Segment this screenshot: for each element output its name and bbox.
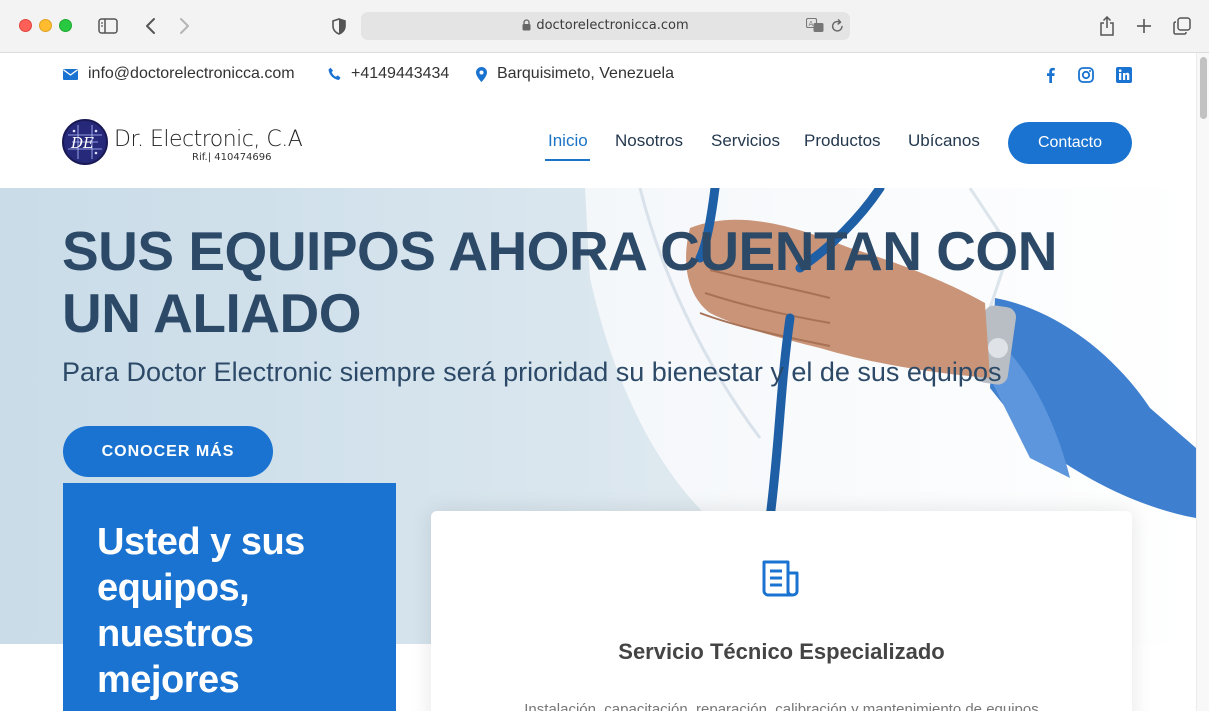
minimize-window-button[interactable] (39, 19, 52, 32)
contact-topbar: info@doctorelectronicca.com +4149443434 … (0, 53, 1196, 97)
linkedin-icon[interactable] (1116, 67, 1132, 83)
logo-company-name: Dr. Electronic, C.A (114, 127, 303, 152)
privacy-shield-icon[interactable] (329, 13, 349, 39)
sidebar-toggle-icon[interactable] (96, 13, 120, 39)
nav-nosotros[interactable]: Nosotros (615, 131, 683, 151)
nav-servicios[interactable]: Servicios (711, 131, 780, 151)
email-text: info@doctorelectronicca.com (88, 65, 295, 82)
new-tab-icon[interactable] (1134, 13, 1154, 39)
lock-icon (522, 19, 531, 31)
document-icon (762, 560, 799, 597)
scrollbar[interactable] (1196, 53, 1209, 711)
promo-text: Usted y sus equipos, nuestros mejores (97, 521, 305, 701)
contact-button[interactable]: Contacto (1008, 122, 1132, 164)
phone-link[interactable]: +4149443434 (328, 65, 449, 83)
location-link[interactable]: Barquisimeto, Venezuela (476, 65, 674, 83)
hero-subtitle: Para Doctor Electronic siempre será prio… (62, 357, 1002, 387)
service-card-text: Instalación, capacitación, reparación, c… (524, 701, 1039, 711)
zoom-window-button[interactable] (59, 19, 72, 32)
svg-text:A: A (809, 20, 814, 28)
nav-inicio[interactable]: Inicio (548, 131, 588, 151)
envelope-icon (63, 68, 78, 80)
active-nav-underline (545, 159, 590, 161)
site-header: DE Dr. Electronic, C.A Rif.| 410474696 I… (0, 97, 1196, 188)
phone-icon (328, 67, 341, 80)
web-page: info@doctorelectronicca.com +4149443434 … (0, 53, 1196, 711)
reload-icon[interactable] (831, 19, 844, 38)
promo-box: Usted y sus equipos, nuestros mejores (63, 483, 396, 711)
learn-more-button[interactable]: CONOCER MÁS (63, 426, 273, 477)
tab-overview-icon[interactable] (1171, 13, 1193, 39)
email-link[interactable]: info@doctorelectronicca.com (63, 65, 295, 83)
location-text: Barquisimeto, Venezuela (497, 65, 674, 82)
nav-ubicanos[interactable]: Ubícanos (908, 131, 980, 151)
address-bar[interactable]: doctorelectronicca.com A (361, 12, 850, 40)
nav-productos[interactable]: Productos (804, 131, 881, 151)
back-icon[interactable] (140, 13, 160, 39)
translate-icon[interactable]: A (805, 17, 824, 38)
map-pin-icon (476, 66, 487, 82)
svg-text:DE: DE (70, 134, 94, 152)
company-logo[interactable]: DE (62, 119, 108, 165)
instagram-icon[interactable] (1078, 67, 1094, 83)
service-card[interactable]: Servicio Técnico Especializado Instalaci… (431, 511, 1132, 711)
service-card-title: Servicio Técnico Especializado (618, 639, 945, 664)
share-icon[interactable] (1097, 13, 1117, 39)
close-window-button[interactable] (19, 19, 32, 32)
forward-icon[interactable] (175, 13, 195, 39)
phone-text: +4149443434 (351, 65, 450, 82)
browser-toolbar: doctorelectronicca.com A (0, 0, 1209, 53)
logo-rif-number: Rif.| 410474696 (192, 152, 272, 163)
hero-title: SUS EQUIPOS AHORA CUENTAN CON UN ALIADO (62, 220, 1057, 344)
url-text: doctorelectronicca.com (536, 18, 689, 33)
facebook-icon[interactable] (1043, 67, 1059, 83)
scrollbar-thumb[interactable] (1200, 57, 1207, 119)
